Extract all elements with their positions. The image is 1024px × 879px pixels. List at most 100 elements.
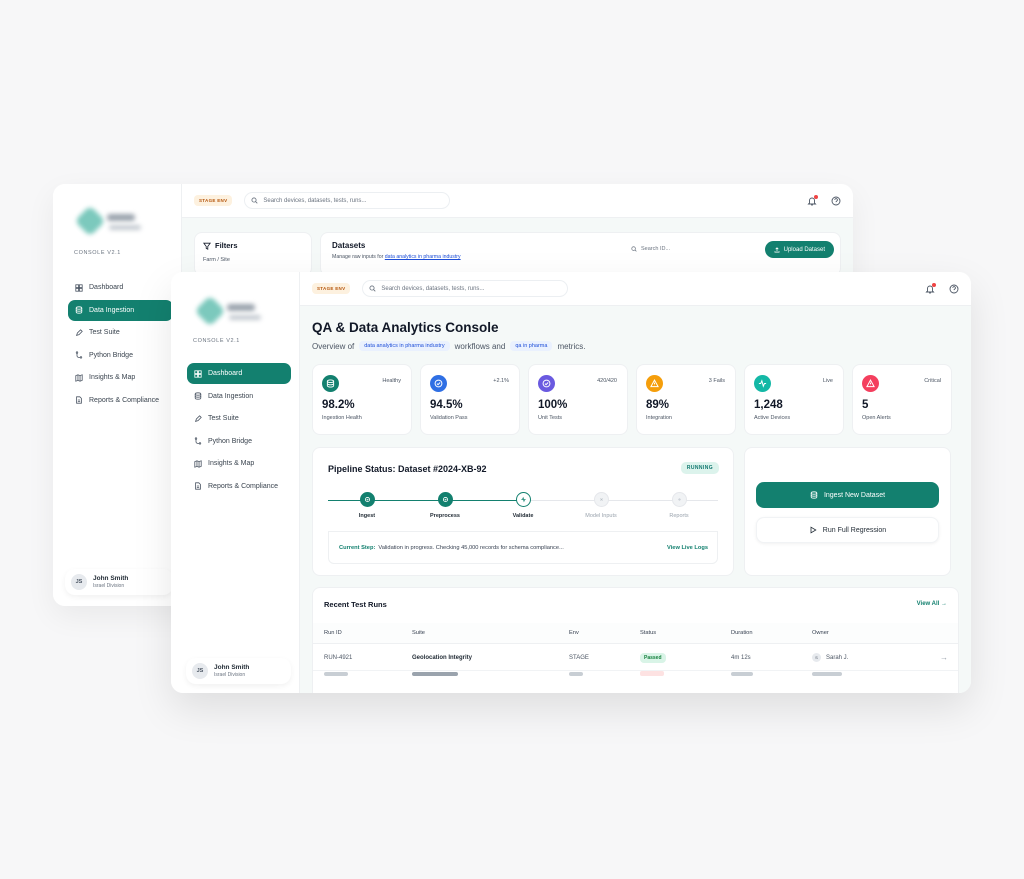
pipeline-step-validate[interactable]: Validate (484, 492, 562, 519)
bell-icon[interactable] (925, 282, 936, 294)
sidebar-item-reports[interactable]: Reports & Compliance (68, 390, 173, 411)
pipeline-step-reports[interactable]: Reports (640, 492, 718, 519)
stat-card-unit-tests[interactable]: 420/420 100% Unit Tests (528, 364, 628, 435)
stat-value: 1,248 (754, 399, 783, 411)
stats-row: Healthy 98.2% Ingestion Health +2.1% 94.… (312, 364, 959, 435)
stat-tag: 420/420 (597, 378, 617, 384)
sidebar-item-insights[interactable]: Insights & Map (187, 453, 291, 474)
check-circle-icon (430, 375, 447, 392)
stat-card-ingestion-health[interactable]: Healthy 98.2% Ingestion Health (312, 364, 412, 435)
stat-card-open-alerts[interactable]: Critical 5 Open Alerts (852, 364, 952, 435)
sidebar-item-test-suite[interactable]: Test Suite (68, 322, 173, 343)
topbar: STAGE ENV Search devices, datasets, test… (300, 272, 971, 306)
sidebar-item-data-ingestion[interactable]: Data Ingestion (187, 386, 291, 407)
filter-icon (203, 242, 211, 250)
run-regression-button[interactable]: Run Full Regression (756, 517, 939, 543)
step-pending-icon (671, 492, 687, 507)
search-icon (631, 246, 637, 252)
overview-suffix: metrics. (557, 341, 586, 351)
search-id-input[interactable]: Search ID... (631, 246, 670, 252)
topic-chip-pharma-analytics[interactable]: data analytics in pharma industry (359, 341, 450, 351)
view-live-logs-link[interactable]: View Live Logs (667, 545, 708, 551)
pipeline-step-preprocess[interactable]: Preprocess (406, 492, 484, 519)
version-label: CONSOLE V2.1 (193, 338, 240, 344)
help-icon[interactable] (949, 284, 959, 294)
pencil-icon (194, 414, 202, 423)
user-division: Israel Division (93, 583, 125, 589)
stat-card-validation-pass[interactable]: +2.1% 94.5% Validation Pass (420, 364, 520, 435)
database-icon (322, 375, 339, 392)
sidebar-item-dashboard[interactable]: Dashboard (187, 363, 291, 384)
pipeline-title: Pipeline Status: Dataset #2024-XB-92 (328, 464, 487, 474)
stat-value: 94.5% (430, 399, 463, 411)
logo (74, 205, 141, 246)
sidebar-item-label: Dashboard (89, 284, 124, 291)
sidebar-item-dashboard[interactable]: Dashboard (68, 277, 173, 298)
user-card[interactable]: JS John Smith Israel Division (65, 569, 173, 595)
sidebar-item-label: Insights & Map (89, 374, 136, 381)
sidebar-item-python-bridge[interactable]: Python Bridge (68, 345, 173, 366)
step-label: Reports (669, 513, 689, 519)
page-title: QA & Data Analytics Console (312, 320, 499, 335)
database-icon (75, 306, 83, 314)
table-row[interactable]: RUN-4921 Geolocation Integrity STAGE Pas… (313, 645, 958, 671)
stat-label: Unit Tests (538, 415, 563, 421)
help-icon[interactable] (831, 196, 841, 206)
dashboard-icon (75, 283, 83, 292)
upload-dataset-button[interactable]: Upload Dataset (764, 241, 834, 258)
database-icon (810, 491, 818, 499)
stat-tag: +2.1% (493, 378, 509, 384)
column-header: Status (640, 630, 657, 636)
user-card[interactable]: JS John Smith Israel Division (186, 658, 291, 684)
stat-tag: Healthy (382, 378, 401, 384)
table-row-partial[interactable] (313, 671, 958, 693)
regression-label: Run Full Regression (822, 526, 887, 534)
ingest-dataset-button[interactable]: Ingest New Dataset (756, 482, 939, 508)
branch-icon (75, 351, 83, 359)
current-step-bar: Current Step: Validation in progress. Ch… (328, 531, 718, 564)
stat-tag: Live (822, 378, 833, 384)
sidebar-nav: Dashboard Data Ingestion Test Suite Pyth… (68, 277, 173, 412)
step-done-icon (437, 492, 453, 507)
sidebar-item-label: Python Bridge (208, 437, 252, 445)
stat-value: 98.2% (322, 399, 355, 411)
sidebar-item-python-bridge[interactable]: Python Bridge (187, 431, 291, 452)
sidebar: CONSOLE V2.1 Dashboard Data Ingestion Te… (53, 184, 182, 606)
status-badge: RUNNING (680, 462, 719, 474)
upload-label: Upload Dataset (783, 246, 825, 253)
arrow-right-icon[interactable]: → (940, 645, 948, 670)
runs-title: Recent Test Runs (324, 600, 387, 609)
step-label: Validate (512, 513, 534, 519)
datasets-header: Datasets Manage raw inputs for data anal… (320, 232, 841, 276)
sidebar-item-insights[interactable]: Insights & Map (68, 367, 173, 388)
sidebar-item-reports[interactable]: Reports & Compliance (187, 476, 291, 497)
pipeline-step-model-inputs[interactable]: Model Inputs (562, 492, 640, 519)
filter-farm-site[interactable]: Farm / Site (203, 257, 303, 263)
ingest-label: Ingest New Dataset (823, 491, 886, 499)
pipeline-step-ingest[interactable]: Ingest (328, 492, 406, 519)
column-header: Owner (812, 630, 829, 636)
step-label: Model Inputs (585, 513, 617, 519)
stat-label: Integration (646, 415, 672, 421)
topic-chip-qa-pharma[interactable]: qa in pharma (510, 341, 553, 351)
step-pending-icon (593, 492, 609, 507)
datasets-link[interactable]: data analytics in pharma industry (385, 254, 461, 260)
stat-label: Validation Pass (430, 415, 468, 421)
search-input[interactable]: Search devices, datasets, tests, runs... (244, 192, 451, 209)
search-input[interactable]: Search devices, datasets, tests, runs... (362, 280, 569, 297)
owner-name: Sarah J. (826, 654, 849, 661)
sidebar: CONSOLE V2.1 Dashboard Data Ingestion Te… (171, 272, 300, 693)
stat-card-integration[interactable]: 3 Fails 89% Integration (636, 364, 736, 435)
avatar: JS (192, 663, 208, 679)
sidebar-item-test-suite[interactable]: Test Suite (187, 408, 291, 429)
view-all-link[interactable]: View All → (917, 601, 947, 607)
bell-icon[interactable] (807, 194, 818, 206)
recent-test-runs: Recent Test Runs View All → Run ID Suite… (312, 587, 959, 693)
warning-icon (646, 375, 663, 392)
stat-card-active-devices[interactable]: Live 1,248 Active Devices (744, 364, 844, 435)
stat-tag: Critical (924, 378, 941, 384)
check-circle-icon (538, 375, 555, 392)
search-placeholder: Search devices, datasets, tests, runs... (381, 285, 485, 292)
database-icon (194, 392, 202, 400)
sidebar-item-data-ingestion[interactable]: Data Ingestion (68, 299, 173, 321)
